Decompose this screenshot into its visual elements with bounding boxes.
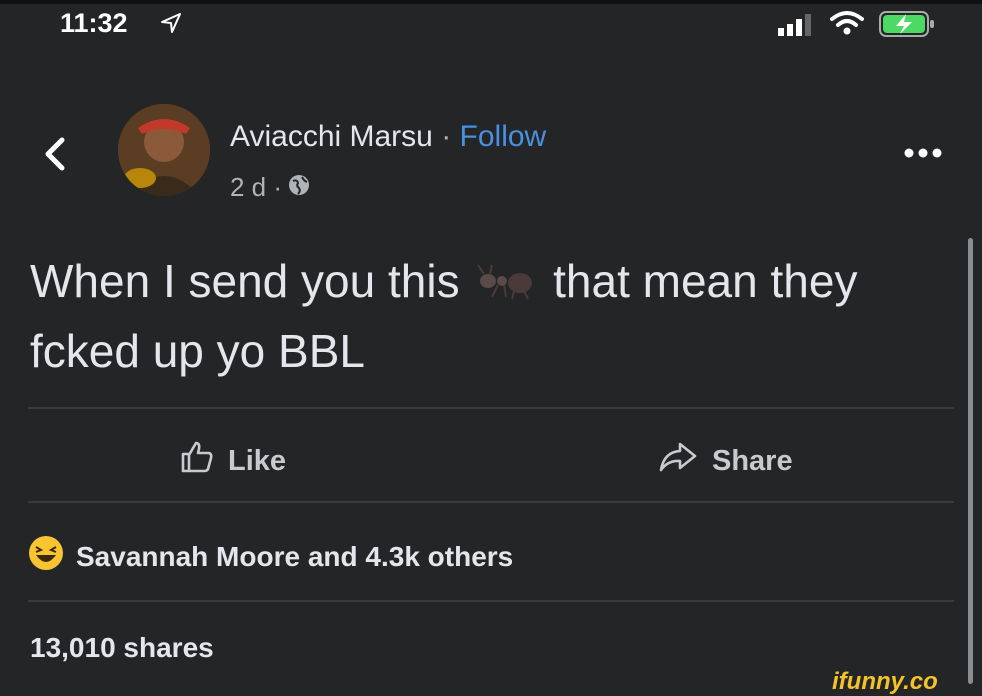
post-text-before: When I send you this: [30, 255, 460, 307]
post-meta: 2 d ·: [230, 172, 310, 203]
back-chevron-icon[interactable]: [40, 134, 68, 179]
thumbs-up-icon: [180, 440, 214, 482]
scrollbar[interactable]: [968, 238, 973, 684]
author-avatar[interactable]: [118, 104, 210, 196]
share-button[interactable]: Share: [658, 440, 793, 482]
follow-link[interactable]: Follow: [460, 120, 547, 153]
like-label: Like: [228, 444, 287, 477]
more-options-icon[interactable]: [903, 146, 943, 165]
ant-emoji-icon: [476, 252, 536, 318]
share-label: Share: [712, 444, 793, 477]
wifi-icon: [830, 10, 864, 41]
divider: [28, 600, 954, 602]
like-button[interactable]: Like: [180, 440, 286, 482]
author-line: Aviacchi Marsu · Follow: [230, 120, 546, 154]
name-separator: ·: [432, 120, 460, 153]
status-bar: 11:32: [0, 0, 982, 48]
share-arrow-icon: [658, 440, 698, 482]
shares-count[interactable]: 13,010 shares: [30, 632, 214, 664]
location-arrow-icon: [160, 12, 182, 39]
globe-icon: [288, 172, 310, 203]
cellular-signal-icon: [778, 14, 818, 41]
battery-charging-icon: [878, 10, 938, 43]
post-age[interactable]: 2 d ·: [230, 172, 282, 203]
reactions-summary[interactable]: Savannah Moore and 4.3k others: [28, 535, 513, 578]
laughing-emoji-icon: [28, 535, 64, 578]
divider: [28, 407, 954, 409]
watermark: ifunny.co: [832, 668, 938, 695]
author-name[interactable]: Aviacchi Marsu: [230, 120, 433, 153]
status-time: 11:32: [60, 8, 128, 38]
reactions-text: Savannah Moore and 4.3k others: [76, 540, 514, 572]
divider: [28, 501, 954, 503]
post-text: When I send you this that mean they fcke…: [30, 248, 910, 384]
